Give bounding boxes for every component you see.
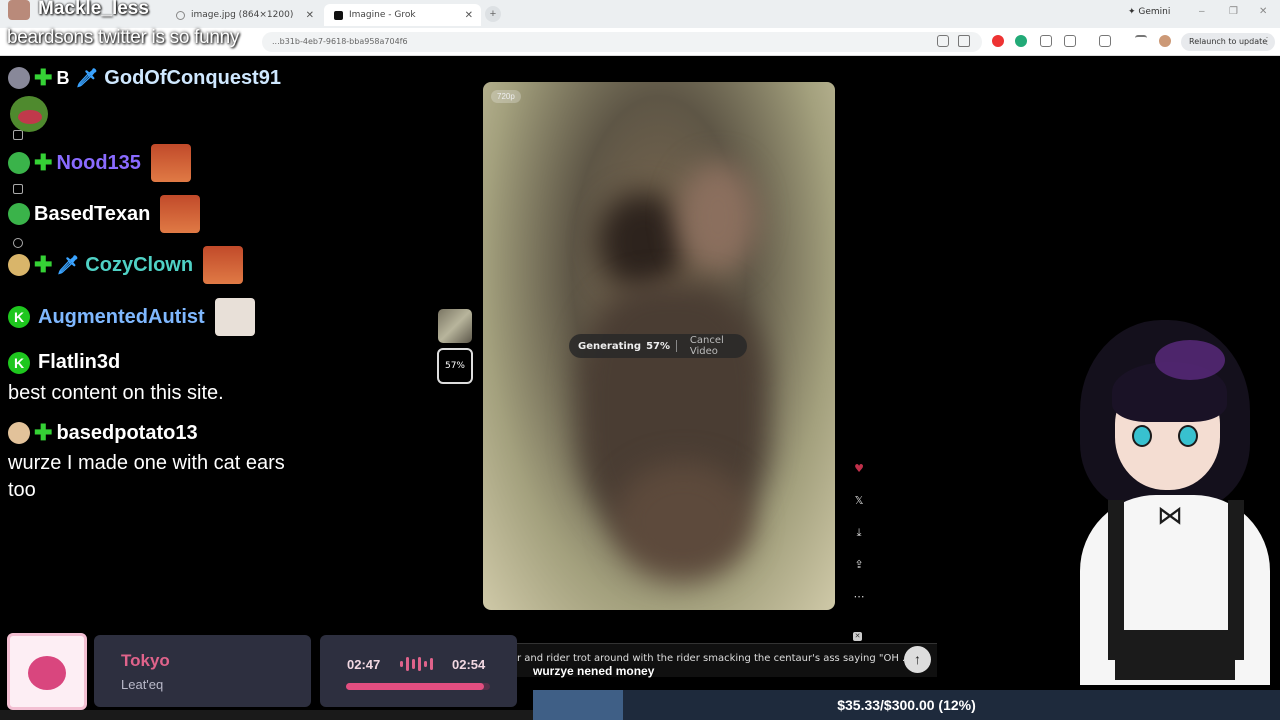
chat-text: best content on this site. [8, 382, 224, 404]
chat-username[interactable]: CozyClown [85, 254, 193, 277]
chat-username[interactable]: BasedTexan [34, 203, 150, 226]
chat-panel: ✚ B 🗡 GodOfConquest91 ✚ Nood135 BasedTex… [0, 58, 420, 638]
gemini-label: Gemini [1138, 7, 1171, 17]
install-app-icon[interactable] [937, 35, 949, 47]
taskbar-strip [0, 710, 533, 720]
close-window-icon[interactable]: ✕ [1259, 6, 1267, 17]
chat-username[interactable]: GodOfConquest91 [104, 67, 281, 90]
face-emote [203, 246, 244, 284]
badge-letter: B [56, 67, 70, 88]
cancel-video-button[interactable]: Cancel Video [690, 335, 747, 357]
sword-badge-icon: 🗡 [56, 254, 80, 275]
total-time: 02:54 [452, 657, 486, 672]
user-badge [8, 254, 30, 276]
new-tab-button[interactable]: + [485, 6, 501, 22]
chat-message: K AugmentedAutist [8, 298, 255, 336]
divider [676, 340, 677, 352]
user-badge [8, 152, 30, 174]
chat-message: K Flatlin3d [8, 351, 120, 374]
share-icon[interactable]: ⇪ [850, 556, 868, 574]
chat-username[interactable]: AugmentedAutist [38, 306, 205, 329]
record-icon [28, 656, 66, 690]
reading-list-icon[interactable] [1135, 35, 1147, 47]
user-badge [8, 67, 30, 89]
album-art [7, 633, 87, 710]
chat-text: wurze I made one with cat ears too [8, 452, 285, 501]
close-tab-icon[interactable]: ✕ [306, 10, 314, 21]
chat-username[interactable]: basedpotato13 [56, 422, 197, 445]
prompt-input[interactable]: r and rider trot around with the rider s… [517, 653, 912, 664]
chat-message: ✚ 🗡 CozyClown [8, 246, 244, 284]
stream-title: beardsons twitter is so funny [7, 27, 240, 48]
tab-image-jpg[interactable]: image.jpg (864×1200) ✕ [166, 4, 322, 26]
elapsed-time: 02:47 [347, 657, 381, 672]
x-logo-icon[interactable]: 𝕏 [850, 492, 868, 510]
chat-message: BasedTexan [8, 195, 201, 233]
chat-username[interactable]: Nood135 [56, 152, 140, 175]
sword-badge-icon: 🗡 [75, 67, 99, 88]
diamond-badge-icon: ✚ [34, 420, 53, 445]
chat-message: ✚ Nood135 [8, 144, 191, 182]
user-badge [8, 422, 30, 444]
edit-icon[interactable] [13, 130, 23, 140]
track-progress-bar [346, 683, 490, 690]
caption-overlay: wurzye nened money [533, 664, 655, 678]
song-card [94, 635, 311, 707]
sidebar-icon[interactable] [1099, 35, 1111, 47]
generating-status: Generating 57% Cancel Video [569, 334, 747, 358]
bookmark-star-icon[interactable] [958, 35, 970, 47]
extension-icon[interactable] [1040, 35, 1052, 47]
thumbnail-progress[interactable]: 57% [437, 348, 473, 384]
globe-icon [176, 10, 185, 20]
chat-username[interactable]: Flatlin3d [38, 351, 120, 374]
close-tab-icon[interactable]: ✕ [465, 10, 473, 21]
profile-avatar[interactable] [1159, 35, 1171, 47]
diamond-badge-icon: ✚ [34, 150, 53, 175]
generating-label: Generating [578, 340, 642, 352]
chat-message: ✚ B 🗡 GodOfConquest91 [8, 65, 281, 91]
url-field[interactable]: ...b31b-4eb7-9618-bba958a704f6 [262, 32, 982, 52]
tab-strip: image.jpg (864×1200) ✕ Imagine - Grok ✕ … [0, 0, 1280, 28]
kick-badge-icon: K [8, 351, 30, 374]
source-thumbnail[interactable] [438, 309, 472, 343]
chat-message: ✚ basedpotato13 [8, 420, 198, 446]
user-badge [8, 203, 30, 225]
donation-goal-text: $35.33/$300.00 (12%) [837, 697, 976, 713]
clear-prompt-icon[interactable]: ✕ [853, 632, 862, 641]
more-icon[interactable]: ⋯ [850, 588, 868, 606]
vtuber-avatar: ⋈ [1060, 300, 1280, 685]
screenshot-icon[interactable] [13, 184, 23, 194]
song-title: Tokyo [121, 651, 170, 670]
heart-icon[interactable]: ♥ [850, 460, 868, 478]
face-emote [214, 298, 255, 336]
gemini-button[interactable]: ✦ Gemini [1128, 7, 1170, 17]
tab-imagine-grok[interactable]: Imagine - Grok ✕ [324, 4, 481, 26]
pepe-emote [10, 96, 48, 132]
face-emote [150, 144, 191, 182]
kick-badge-icon: K [8, 306, 30, 328]
generating-percent: 57% [646, 340, 670, 352]
tab-label: Imagine - Grok [349, 10, 416, 20]
maximize-icon[interactable]: ❐ [1229, 6, 1238, 17]
donation-goal-bar: $35.33/$300.00 (12%) [533, 690, 1280, 720]
equalizer-icon [400, 657, 433, 671]
streamer-name: Mackle_less [38, 0, 149, 19]
face-emote [160, 195, 201, 233]
streamer-avatar [8, 0, 30, 20]
tab-label: image.jpg (864×1200) [191, 10, 294, 20]
track-progress-fill [346, 683, 485, 690]
extensions-puzzle-icon[interactable] [1064, 35, 1076, 47]
extension-icon[interactable] [1015, 35, 1027, 47]
diamond-badge-icon: ✚ [34, 65, 53, 90]
download-icon[interactable]: ⤓ [850, 524, 868, 542]
diamond-badge-icon: ✚ [34, 252, 53, 277]
adblock-icon[interactable] [992, 35, 1004, 47]
minimize-icon[interactable]: – [1199, 6, 1205, 17]
send-button[interactable]: ↑ [904, 646, 931, 673]
bow-icon: ⋈ [1157, 500, 1183, 530]
song-artist: Leat'eq [121, 677, 164, 692]
resolution-chip: 720p [491, 90, 521, 103]
grok-icon [334, 10, 343, 20]
menu-kebab-icon[interactable]: ⋮ [1262, 36, 1272, 47]
